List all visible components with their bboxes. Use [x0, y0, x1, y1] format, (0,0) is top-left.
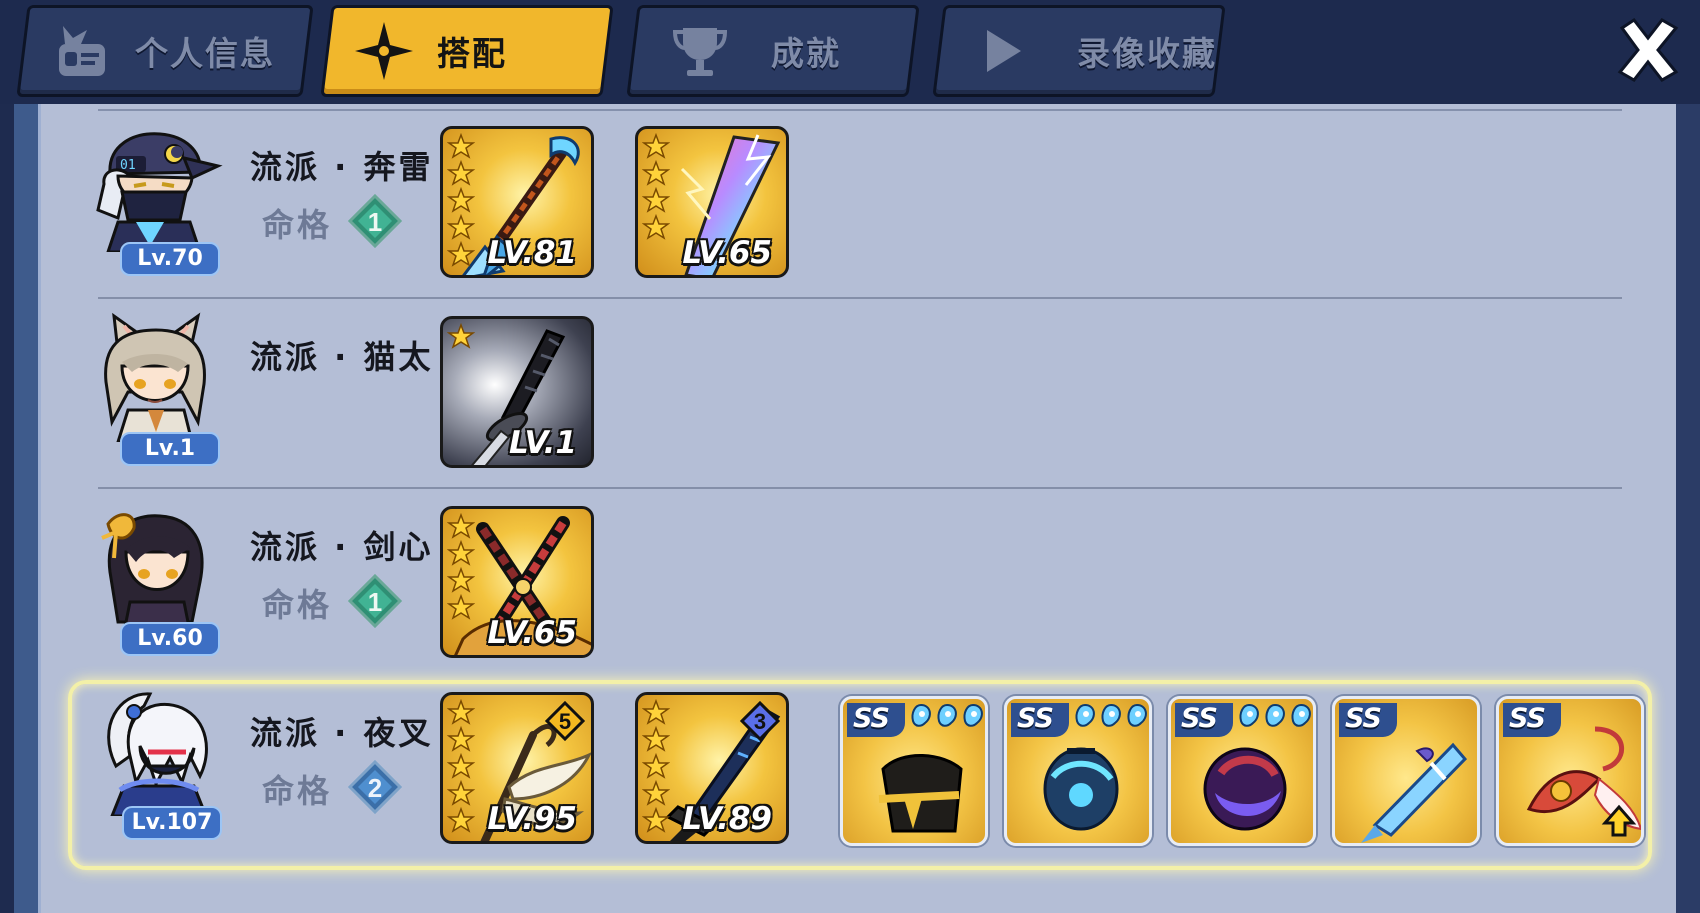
- star-rating: [447, 323, 475, 349]
- fate-rank-value: 1: [368, 207, 382, 237]
- soul-orbs: [1237, 703, 1313, 731]
- build-row[interactable]: Lv.1 流派 · 猫太 LV.1: [70, 304, 1650, 494]
- fate-label: 命格: [262, 206, 333, 244]
- tab-profile[interactable]: 个人信息: [16, 5, 314, 97]
- relic-slot[interactable]: SS: [1004, 696, 1152, 846]
- school-name: 流派 · 猫太: [250, 338, 434, 376]
- fate-rank-badge: 2: [347, 759, 403, 815]
- star-rating: [642, 699, 670, 833]
- level-badge: Lv.70: [120, 242, 220, 276]
- tab-achievements[interactable]: 成就: [626, 5, 920, 97]
- weapon-level: LV.1: [509, 425, 577, 461]
- fate-rank-badge: 1: [347, 193, 403, 249]
- rank-diamond: 5: [545, 701, 585, 741]
- star-rating: [447, 133, 475, 267]
- trophy-icon: [665, 16, 735, 86]
- fate-rank-value: 1: [368, 587, 382, 617]
- relic-slot[interactable]: SS: [1168, 696, 1316, 846]
- fate-rank-badge: 1: [347, 573, 403, 629]
- shuriken-icon: [349, 16, 419, 86]
- soul-orbs: [1073, 703, 1149, 731]
- upgrade-arrow-icon: [1601, 804, 1637, 837]
- relic-grade: SS: [1503, 703, 1561, 737]
- weapon-slot[interactable]: LV.65: [440, 506, 594, 658]
- fate-label: 命格: [262, 772, 333, 810]
- play-icon: [967, 16, 1037, 86]
- character-avatar-yecha: Lv.107: [90, 686, 226, 840]
- fate-label: 命格: [262, 586, 333, 624]
- close-button[interactable]: [1612, 14, 1684, 86]
- weapon-level: LV.95: [487, 801, 577, 837]
- star-rating: [447, 513, 475, 620]
- rank-value: 3: [754, 709, 766, 734]
- relic-slot[interactable]: SS: [840, 696, 988, 846]
- weapon-slot[interactable]: 5 LV.95: [440, 692, 594, 844]
- level-badge: Lv.60: [120, 622, 220, 656]
- star-rating: [447, 699, 475, 833]
- school-name: 流派 · 奔雷: [250, 148, 434, 186]
- weapon-slot[interactable]: LV.1: [440, 316, 594, 468]
- relic-grade: SS: [847, 703, 905, 737]
- row-divider: [98, 487, 1622, 489]
- panel-right-edge: [1676, 104, 1700, 913]
- row-divider: [98, 297, 1622, 299]
- tab-bar: 个人信息 搭配 成就 录像收藏: [0, 0, 1700, 104]
- weapon-slot[interactable]: LV.65: [635, 126, 789, 278]
- character-avatar-jianxin: Lv.60: [88, 502, 224, 656]
- relic-grade: SS: [1011, 703, 1069, 737]
- weapon-level: LV.89: [682, 801, 772, 837]
- build-row[interactable]: 01 Lv.70 流派 · 奔雷 命格 1 LV.81 LV.65: [70, 114, 1650, 304]
- build-row[interactable]: Lv.60 流派 · 剑心 命格 1 LV.65: [70, 494, 1650, 684]
- school-name: 流派 · 剑心: [250, 528, 434, 566]
- row-divider: [98, 109, 1622, 111]
- fate-rank-value: 2: [368, 773, 382, 803]
- soul-orbs: [909, 703, 985, 731]
- rank-value: 5: [559, 709, 571, 734]
- weapon-level: LV.65: [487, 615, 577, 651]
- relic-slot[interactable]: SS: [1332, 696, 1480, 846]
- level-badge: Lv.1: [120, 432, 220, 466]
- profile-card-icon: [47, 16, 117, 86]
- build-row-selected[interactable]: Lv.107 流派 · 夜叉 命格 2 5 LV.95 3 LV.89 SS S…: [68, 680, 1652, 870]
- rank-diamond: 3: [740, 701, 780, 741]
- relic-slot[interactable]: SS: [1496, 696, 1644, 846]
- close-icon: [1617, 17, 1679, 82]
- weapon-slot[interactable]: LV.81: [440, 126, 594, 278]
- weapon-slot[interactable]: 3 LV.89: [635, 692, 789, 844]
- tab-replays[interactable]: 录像收藏: [932, 5, 1226, 97]
- tab-label: 搭配: [437, 34, 507, 73]
- tab-label: 录像收藏: [1077, 34, 1217, 73]
- loadout-screen: 个人信息 搭配 成就 录像收藏 01 Lv.70 流派 · 奔雷 命格 1 LV…: [0, 0, 1700, 913]
- star-rating: [642, 133, 670, 240]
- weapon-level: LV.65: [682, 235, 772, 271]
- tab-label: 个人信息: [135, 34, 275, 73]
- relic-grade: SS: [1175, 703, 1233, 737]
- school-name: 流派 · 夜叉: [250, 714, 434, 752]
- tab-label: 成就: [771, 34, 841, 73]
- level-badge: Lv.107: [122, 806, 222, 840]
- relic-grade: SS: [1339, 703, 1397, 737]
- tab-loadout[interactable]: 搭配: [320, 5, 614, 97]
- panel-scroll-edge: [14, 104, 40, 913]
- weapon-level: LV.81: [487, 235, 577, 271]
- character-avatar-maotai: Lv.1: [88, 312, 224, 466]
- character-avatar-benlei: 01 Lv.70: [88, 122, 224, 276]
